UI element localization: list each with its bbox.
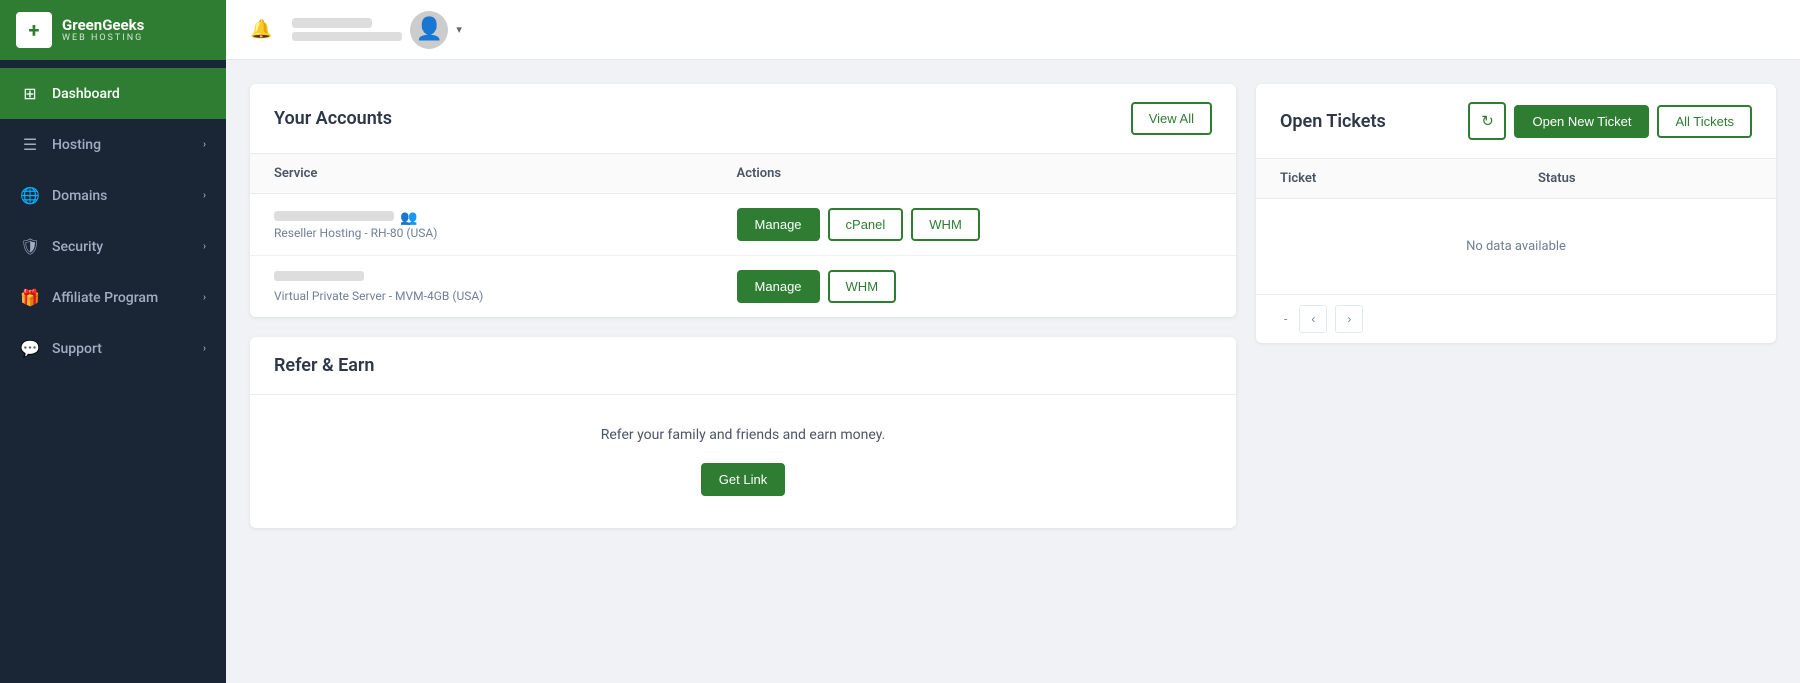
sidebar-item-label: Domains bbox=[52, 188, 107, 204]
sidebar-item-affiliate[interactable]: 🎁 Affiliate Program › bbox=[0, 272, 226, 323]
tickets-title: Open Tickets bbox=[1280, 111, 1386, 132]
sidebar-item-label: Support bbox=[52, 341, 102, 357]
pagination-prev-button[interactable]: ‹ bbox=[1299, 305, 1327, 333]
table-row: Virtual Private Server - MVM-4GB (USA) M… bbox=[250, 256, 1236, 318]
chevron-right-icon: › bbox=[203, 292, 206, 303]
accounts-title: Your Accounts bbox=[274, 108, 392, 129]
service-name-block: 👥 bbox=[274, 210, 689, 226]
accounts-card-header: Your Accounts View All bbox=[250, 84, 1236, 154]
brand-name: GreenGeeks bbox=[62, 17, 144, 34]
user-info bbox=[292, 18, 402, 41]
brand-sub: WEB HOSTING bbox=[62, 33, 144, 43]
sidebar-nav: ⊞ Dashboard ☰ Hosting › 🌐 Domains › 🛡 Se… bbox=[0, 60, 226, 374]
service-name-redacted bbox=[274, 271, 364, 281]
chevron-down-icon: ▾ bbox=[456, 23, 462, 36]
refresh-icon: ↻ bbox=[1481, 112, 1494, 130]
all-tickets-button[interactable]: All Tickets bbox=[1657, 105, 1752, 138]
whm-button-row1[interactable]: WHM bbox=[911, 208, 980, 241]
tickets-card: Open Tickets ↻ Open New Ticket All Ticke… bbox=[1256, 84, 1776, 343]
tickets-header-buttons: ↻ Open New Ticket All Tickets bbox=[1468, 102, 1752, 140]
sidebar-item-label: Dashboard bbox=[52, 86, 120, 102]
reseller-icon: 👥 bbox=[400, 210, 417, 226]
tickets-table: Ticket Status No data available bbox=[1256, 159, 1776, 294]
service-column-header: Service bbox=[250, 154, 713, 194]
sidebar-item-dashboard[interactable]: ⊞ Dashboard bbox=[0, 68, 226, 119]
main-content: 🔔 👤 ▾ Your Accounts View All Ser bbox=[226, 0, 1800, 683]
page-content: Your Accounts View All Service Actions bbox=[226, 60, 1800, 683]
user-menu[interactable]: 👤 ▾ bbox=[292, 11, 462, 49]
sidebar: + GreenGeeks WEB HOSTING ⊞ Dashboard ☰ H… bbox=[0, 0, 226, 683]
refer-card-header: Refer & Earn bbox=[250, 337, 1236, 395]
domains-icon: 🌐 bbox=[20, 186, 40, 205]
action-buttons-row1: Manage cPanel WHM bbox=[737, 208, 1212, 241]
sidebar-item-support[interactable]: 💬 Support › bbox=[0, 323, 226, 374]
refer-body: Refer your family and friends and earn m… bbox=[250, 395, 1236, 528]
whm-button-row2[interactable]: WHM bbox=[828, 270, 897, 303]
email-redacted bbox=[292, 32, 402, 41]
support-icon: 💬 bbox=[20, 339, 40, 358]
refer-title: Refer & Earn bbox=[274, 355, 374, 376]
actions-column-header: Actions bbox=[713, 154, 1236, 194]
actions-cell: Manage WHM bbox=[713, 256, 1236, 318]
service-cell: 👥 Reseller Hosting - RH-80 (USA) bbox=[250, 194, 713, 256]
action-buttons-row2: Manage WHM bbox=[737, 270, 1212, 303]
accounts-table: Service Actions 👥 Reseller Hosting bbox=[250, 154, 1236, 317]
left-column: Your Accounts View All Service Actions bbox=[250, 84, 1236, 528]
get-link-button[interactable]: Get Link bbox=[701, 463, 785, 496]
chevron-right-icon: › bbox=[203, 241, 206, 252]
sidebar-item-label: Hosting bbox=[52, 137, 101, 153]
sidebar-item-label: Security bbox=[52, 239, 103, 255]
tickets-footer: - ‹ › bbox=[1256, 294, 1776, 343]
affiliate-icon: 🎁 bbox=[20, 288, 40, 307]
header: 🔔 👤 ▾ bbox=[226, 0, 1800, 60]
chevron-right-icon: › bbox=[203, 139, 206, 150]
refer-earn-card: Refer & Earn Refer your family and frien… bbox=[250, 337, 1236, 528]
chevron-right-icon: › bbox=[203, 190, 206, 201]
service-detail: Reseller Hosting - RH-80 (USA) bbox=[274, 226, 689, 240]
ticket-column-header: Ticket bbox=[1256, 159, 1514, 199]
view-all-button[interactable]: View All bbox=[1131, 102, 1212, 135]
table-row: 👥 Reseller Hosting - RH-80 (USA) Manage … bbox=[250, 194, 1236, 256]
status-column-header: Status bbox=[1514, 159, 1776, 199]
actions-cell: Manage cPanel WHM bbox=[713, 194, 1236, 256]
sidebar-item-label: Affiliate Program bbox=[52, 290, 158, 306]
sidebar-item-hosting[interactable]: ☰ Hosting › bbox=[0, 119, 226, 170]
logo-icon: + bbox=[16, 12, 52, 48]
hosting-icon: ☰ bbox=[20, 135, 40, 154]
pagination-next-button[interactable]: › bbox=[1335, 305, 1363, 333]
service-cell: Virtual Private Server - MVM-4GB (USA) bbox=[250, 256, 713, 318]
service-detail: Virtual Private Server - MVM-4GB (USA) bbox=[274, 289, 689, 303]
pagination-info: - bbox=[1280, 312, 1291, 326]
tickets-card-header: Open Tickets ↻ Open New Ticket All Ticke… bbox=[1256, 84, 1776, 159]
open-new-ticket-button[interactable]: Open New Ticket bbox=[1514, 105, 1649, 138]
empty-message: No data available bbox=[1256, 199, 1776, 295]
username-redacted bbox=[292, 18, 372, 28]
avatar: 👤 bbox=[410, 11, 448, 49]
empty-row: No data available bbox=[1256, 199, 1776, 295]
chevron-right-icon: › bbox=[203, 343, 206, 354]
service-name-redacted bbox=[274, 211, 394, 221]
accounts-card: Your Accounts View All Service Actions bbox=[250, 84, 1236, 317]
manage-button-row2[interactable]: Manage bbox=[737, 270, 820, 303]
manage-button-row1[interactable]: Manage bbox=[737, 208, 820, 241]
logo-area: + GreenGeeks WEB HOSTING bbox=[0, 0, 226, 60]
refer-text: Refer your family and friends and earn m… bbox=[601, 427, 886, 443]
dashboard-icon: ⊞ bbox=[20, 84, 40, 103]
right-column: Open Tickets ↻ Open New Ticket All Ticke… bbox=[1256, 84, 1776, 343]
sidebar-item-security[interactable]: 🛡 Security › bbox=[0, 221, 226, 272]
cpanel-button[interactable]: cPanel bbox=[828, 208, 904, 241]
logo-text-block: GreenGeeks WEB HOSTING bbox=[62, 17, 144, 44]
security-icon: 🛡 bbox=[20, 237, 40, 256]
notification-bell-icon[interactable]: 🔔 bbox=[250, 19, 272, 40]
refresh-button[interactable]: ↻ bbox=[1468, 102, 1506, 140]
sidebar-item-domains[interactable]: 🌐 Domains › bbox=[0, 170, 226, 221]
